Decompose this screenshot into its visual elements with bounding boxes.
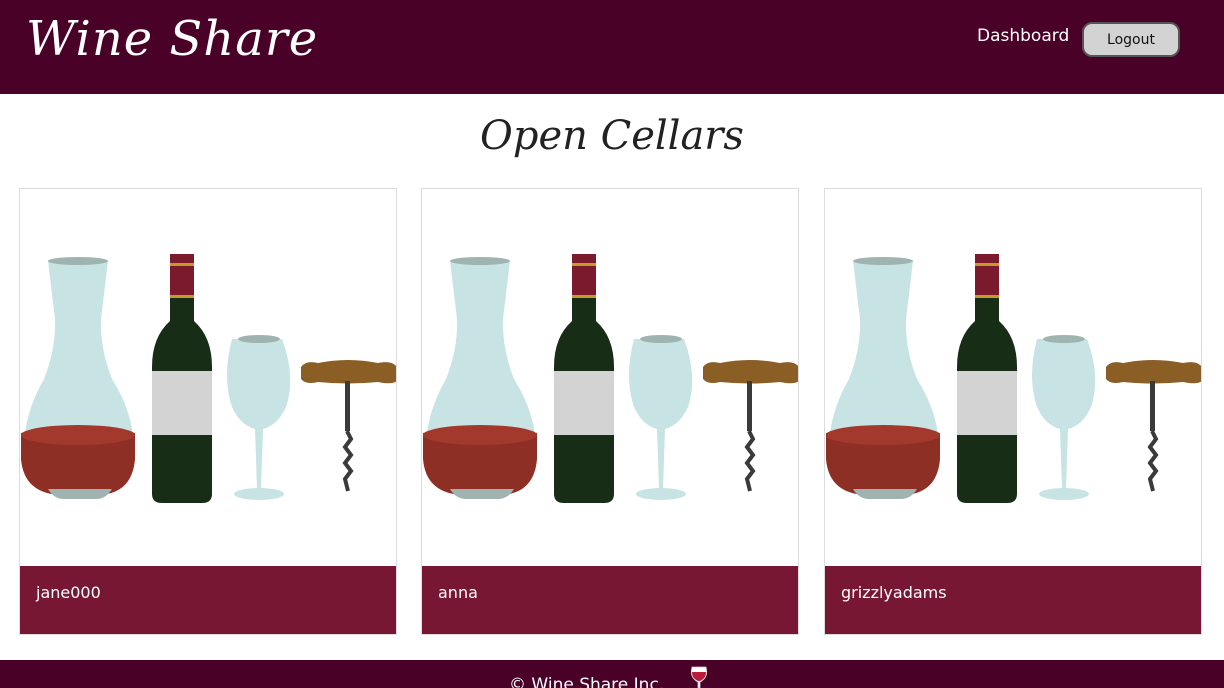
cellar-username[interactable]: anna xyxy=(438,583,478,603)
cellar-image xyxy=(825,189,1201,566)
page-title: Open Cellars xyxy=(480,113,744,159)
cellar-image xyxy=(422,189,798,566)
card-footer xyxy=(422,566,798,634)
brand-logo[interactable]: Wine Share xyxy=(26,4,318,74)
wine-glass-icon xyxy=(689,666,709,688)
navbar: Wine Share Dashboard Logout xyxy=(0,0,1224,94)
logout-button[interactable]: Logout xyxy=(1082,22,1180,57)
cellar-username[interactable]: grizzlyadams xyxy=(841,583,947,603)
cellar-card[interactable]: anna xyxy=(421,188,799,635)
cellar-image xyxy=(20,189,396,566)
nav-link-dashboard[interactable]: Dashboard xyxy=(977,24,1069,48)
cellar-card[interactable]: jane000 xyxy=(19,188,397,635)
page-footer: © Wine Share Inc. xyxy=(0,660,1224,688)
copyright-text: © Wine Share Inc. xyxy=(509,675,665,688)
cellar-card[interactable]: grizzlyadams xyxy=(824,188,1202,635)
cellar-username[interactable]: jane000 xyxy=(36,583,101,603)
